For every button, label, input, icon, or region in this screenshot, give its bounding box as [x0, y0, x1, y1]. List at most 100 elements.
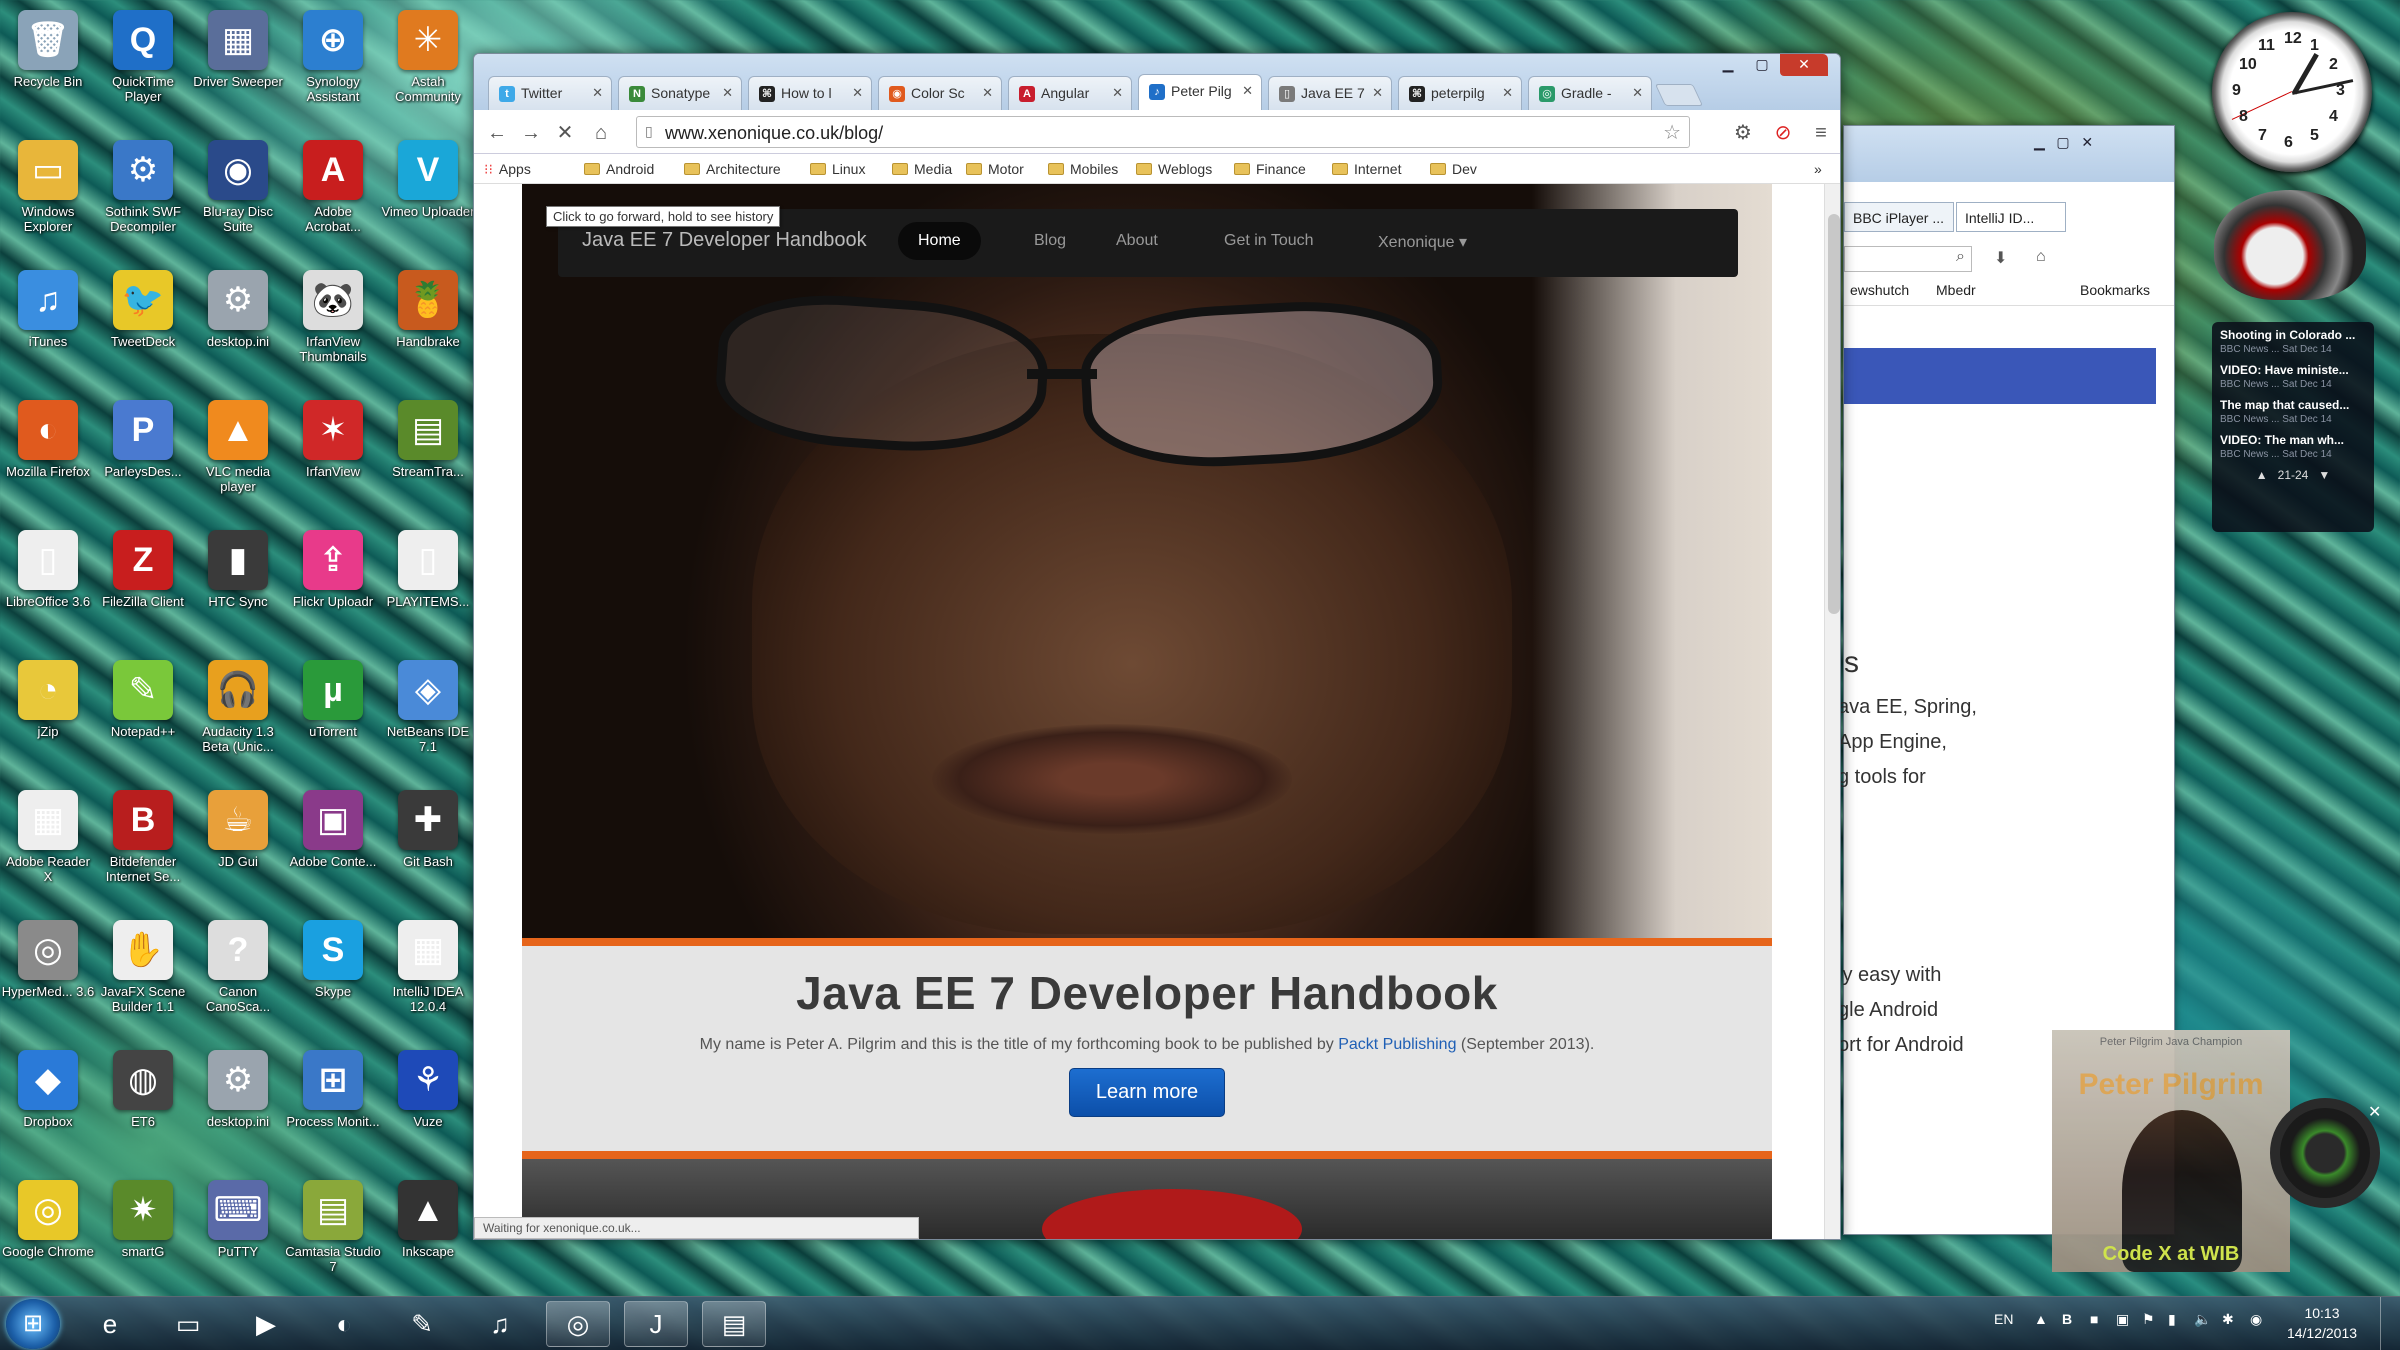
bookmark-finance[interactable]: Finance — [1234, 161, 1306, 177]
search-icon[interactable]: ⌕ — [1956, 248, 1965, 266]
close-window-button[interactable]: ✕ — [1780, 54, 1828, 76]
nav-xenonique-dropdown[interactable]: Xenonique ▾ — [1378, 232, 1467, 252]
desktop-icon[interactable]: ◔ jZip — [0, 660, 96, 739]
address-bar[interactable]: ▯ www.xenonique.co.uk/blog/ ☆ — [636, 116, 1690, 148]
news-pager[interactable]: ▲ 21-24 ▼ — [2220, 468, 2366, 482]
show-desktop-button[interactable] — [2380, 1297, 2400, 1350]
bookmark-item[interactable]: Mbedr — [1936, 282, 1976, 298]
close-tab-icon[interactable]: ✕ — [1372, 85, 1383, 101]
bookmark-motor[interactable]: Motor — [966, 161, 1024, 177]
desktop-icon[interactable]: ◎ Google Chrome — [0, 1180, 96, 1259]
news-headline[interactable]: VIDEO: Have ministe... — [2220, 363, 2366, 377]
bookmark-media[interactable]: Media — [892, 161, 952, 177]
bookmark-linux[interactable]: Linux — [810, 161, 865, 177]
desktop-icon[interactable]: ◎ HyperMed... 3.6 — [0, 920, 96, 999]
desktop-icon[interactable]: ⊕ Synology Assistant — [285, 10, 381, 104]
tab-gradle[interactable]: ◎ Gradle - ✕ — [1528, 76, 1652, 110]
bookmark-architecture[interactable]: Architecture — [684, 161, 781, 177]
desktop-icon[interactable]: ▲ VLC media player — [190, 400, 286, 494]
desktop-icon[interactable]: Z FileZilla Client — [95, 530, 191, 609]
media-gadget-ring[interactable] — [2270, 1098, 2380, 1208]
taskbar-media-button[interactable]: ▶ — [234, 1301, 298, 1347]
desktop-icon[interactable]: ✳ Astah Community — [380, 10, 476, 104]
next-icon[interactable]: ▼ — [2318, 468, 2330, 482]
desktop-icon[interactable]: B Bitdefender Internet Se... — [95, 790, 191, 884]
desktop-icon[interactable]: ▦ IntelliJ IDEA 12.0.4 — [380, 920, 476, 1014]
page-viewport[interactable]: Java EE 7 Developer Handbook Home Blog A… — [474, 184, 1824, 1239]
desktop-icon[interactable]: ▣ Adobe Conte... — [285, 790, 381, 869]
desktop-icon[interactable]: ? Canon CanoSca... — [190, 920, 286, 1014]
desktop-icon[interactable]: ▤ Camtasia Studio 7 — [285, 1180, 381, 1274]
desktop-icon[interactable]: ☕ JD Gui — [190, 790, 286, 869]
taskbar-camtasia-button[interactable]: ▤ — [702, 1301, 766, 1347]
site-brand[interactable]: Java EE 7 Developer Handbook — [582, 229, 867, 252]
desktop-icon[interactable]: ⚘ Vuze — [380, 1050, 476, 1129]
tab-sonatype[interactable]: N Sonatype ✕ — [618, 76, 742, 110]
background-tab-bbc[interactable]: BBC iPlayer ... — [1844, 202, 1954, 232]
desktop-icon[interactable]: ✷ smartG — [95, 1180, 191, 1259]
taskbar-explorer-button[interactable]: ▭ — [156, 1301, 220, 1347]
nav-home[interactable]: Home — [898, 222, 981, 260]
news-headline[interactable]: Shooting in Colorado ... — [2220, 328, 2366, 342]
packt-link[interactable]: Packt Publishing — [1338, 1036, 1456, 1053]
desktop-icon[interactable]: ◈ NetBeans IDE 7.1 — [380, 660, 476, 754]
chrome-browser-window[interactable]: t Twitter ✕ N Sonatype ✕ ⌘ How to l ✕ ◉ Color Sc ✕ A… — [473, 53, 1841, 1240]
minimize-button[interactable]: ▁ — [1712, 54, 1744, 76]
close-tab-icon[interactable]: ✕ — [592, 85, 603, 101]
desktop-icon[interactable]: ⌨ PuTTY — [190, 1180, 286, 1259]
language-indicator[interactable]: EN — [1994, 1311, 2013, 1327]
bitdefender-tray-icon[interactable]: B — [2062, 1311, 2072, 1327]
back-button[interactable]: ← — [484, 120, 510, 146]
desktop-icon[interactable]: ⚙ desktop.ini — [190, 270, 286, 349]
desktop-icon[interactable]: ▯ LibreOffice 3.6 — [0, 530, 96, 609]
desktop-icon[interactable]: ⚙ Sothink SWF Decompiler — [95, 140, 191, 234]
bookmark-dev[interactable]: Dev — [1430, 161, 1477, 177]
desktop-icon[interactable]: ▮ HTC Sync — [190, 530, 286, 609]
prev-icon[interactable]: ▲ — [2256, 468, 2268, 482]
taskbar-ie-button[interactable]: e — [78, 1301, 142, 1347]
volume-icon[interactable]: 🔈 — [2194, 1311, 2211, 1328]
news-headline[interactable]: The map that caused... — [2220, 398, 2366, 412]
action-center-flag-icon[interactable]: ⚑ — [2142, 1311, 2155, 1328]
bookmark-weblogs[interactable]: Weblogs — [1136, 161, 1212, 177]
update-tray-icon[interactable]: ◉ — [2250, 1311, 2262, 1328]
desktop-icon[interactable]: ▲ Inkscape — [380, 1180, 476, 1259]
star-bookmark-icon[interactable]: ☆ — [1663, 120, 1681, 145]
desktop-icon[interactable]: 🐼 IrfanView Thumbnails — [285, 270, 381, 364]
background-title-bar[interactable] — [1844, 126, 2174, 182]
tab-twitter[interactable]: t Twitter ✕ — [488, 76, 612, 110]
close-tab-icon[interactable]: ✕ — [1242, 83, 1253, 99]
desktop-icon[interactable]: Q QuickTime Player — [95, 10, 191, 104]
news-headline[interactable]: VIDEO: The man wh... — [2220, 433, 2366, 447]
desktop-icon[interactable]: ◉ Blu-ray Disc Suite — [190, 140, 286, 234]
bookmarks-menu[interactable]: Bookmarks — [2080, 282, 2150, 298]
page-scrollbar[interactable] — [1824, 184, 1840, 1239]
taskbar-firefox-button[interactable]: ◐ — [312, 1301, 376, 1347]
chrome-menu-button[interactable]: ≡ — [1808, 120, 1834, 146]
learn-more-button[interactable]: Learn more — [1068, 1068, 1226, 1117]
news-gadget[interactable]: Shooting in Colorado ... BBC News ... Sat… — [2212, 322, 2374, 532]
tab-peterpilg[interactable]: ⌘ peterpilg ✕ — [1398, 76, 1522, 110]
desktop-icon[interactable]: ▦ Adobe Reader X — [0, 790, 96, 884]
bookmarks-overflow-icon[interactable]: » — [1814, 161, 1822, 177]
bluetooth-icon[interactable]: ✱ — [2222, 1311, 2234, 1328]
home-icon[interactable]: ⌂ — [2036, 248, 2046, 266]
desktop-icon[interactable]: ▭ Windows Explorer — [0, 140, 96, 234]
desktop-icon[interactable]: 🐦 TweetDeck — [95, 270, 191, 349]
desktop-icon[interactable]: S Skype — [285, 920, 381, 999]
close-tab-icon[interactable]: ✕ — [852, 85, 863, 101]
close-tab-icon[interactable]: ✕ — [1502, 85, 1513, 101]
desktop-icon[interactable]: ✚ Git Bash — [380, 790, 476, 869]
show-hidden-icons[interactable]: ▲ — [2034, 1311, 2048, 1327]
close-tab-icon[interactable]: ✕ — [722, 85, 733, 101]
settings-extension-button[interactable]: ⚙ — [1730, 120, 1756, 146]
tab-color-sc[interactable]: ◉ Color Sc ✕ — [878, 76, 1002, 110]
desktop-icon[interactable]: A Adobe Acrobat... — [285, 140, 381, 234]
desktop-icon[interactable]: V Vimeo Uploader — [380, 140, 476, 219]
desktop-icon[interactable]: 🗑 Recycle Bin — [0, 10, 96, 89]
desktop-icon[interactable]: ◆ Dropbox — [0, 1050, 96, 1129]
tab-peter-pilg[interactable]: ♪ Peter Pilg ✕ — [1138, 74, 1262, 110]
desktop-icon[interactable]: ▤ StreamTra... — [380, 400, 476, 479]
tray-app-icon[interactable]: ■ — [2090, 1311, 2098, 1327]
desktop-icon[interactable]: ✋ JavaFX Scene Builder 1.1 — [95, 920, 191, 1014]
